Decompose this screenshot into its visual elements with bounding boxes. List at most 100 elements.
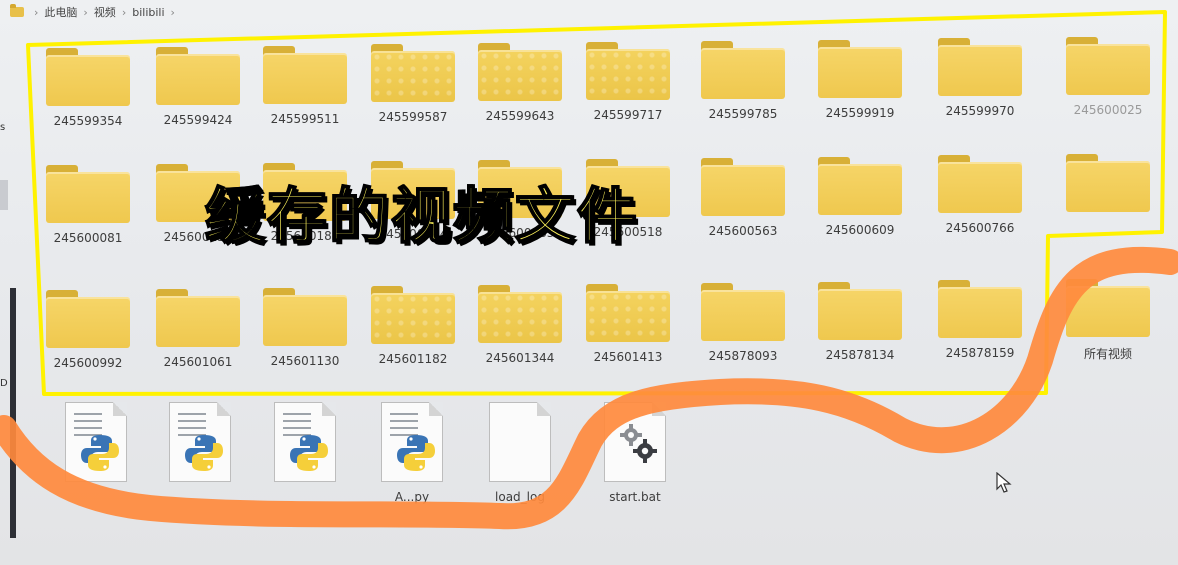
folder-icon — [1066, 154, 1150, 213]
scrollbar[interactable] — [10, 288, 16, 538]
text-file-icon — [489, 402, 551, 482]
folder-icon — [478, 43, 562, 102]
folder-label: 245600992 — [53, 356, 123, 370]
folder-icon — [938, 280, 1022, 339]
folder-item[interactable]: 245600563 — [693, 157, 793, 238]
folder-icon — [46, 165, 130, 223]
folder-icon — [586, 284, 670, 342]
annotation-caption: 缓存的视频文件 — [204, 181, 639, 253]
folder-item[interactable]: 245599919 — [810, 39, 910, 120]
folder-icon — [701, 40, 785, 99]
folder-item[interactable]: 245599717 — [578, 42, 678, 122]
file-item[interactable] — [255, 402, 355, 490]
folder-item[interactable]: 245601413 — [578, 284, 678, 364]
folder-item[interactable]: 245599587 — [363, 44, 463, 124]
folder-label: 245600025 — [1073, 103, 1143, 118]
folder-icon — [701, 282, 785, 341]
folder-item[interactable]: 245599970 — [930, 38, 1030, 118]
folder-item[interactable]: 245600081 — [38, 165, 138, 245]
folder-icon — [1066, 37, 1150, 96]
folder-item[interactable] — [1058, 154, 1158, 220]
folder-item[interactable]: 245599511 — [255, 45, 355, 126]
file-item[interactable] — [150, 402, 250, 490]
folder-icon — [701, 157, 785, 216]
file-item[interactable]: A...py — [362, 402, 462, 504]
python-file-icon — [381, 402, 443, 482]
folder-item[interactable]: 245878093 — [693, 282, 793, 363]
folder-icon — [156, 46, 240, 105]
breadcrumb[interactable]: › 此电脑 › 视频 › bilibili › — [0, 0, 1178, 24]
folder-item[interactable]: 245599785 — [693, 40, 793, 121]
breadcrumb-item-this-pc[interactable]: 此电脑 — [44, 4, 77, 20]
chevron-right-icon: › — [121, 5, 127, 19]
folder-label: 所有视频 — [1083, 347, 1132, 362]
folder-icon — [1066, 279, 1150, 338]
sidebar-fragment: s — [0, 122, 6, 133]
folder-label: 245878093 — [708, 348, 778, 363]
breadcrumb-item-bilibili[interactable]: bilibili — [132, 6, 164, 19]
folder-icon — [478, 285, 562, 344]
folder-item[interactable]: 245601182 — [363, 286, 463, 366]
folder-item[interactable]: 245600992 — [38, 290, 138, 370]
folder-label: 245599643 — [485, 109, 555, 124]
folder-item[interactable]: 245600609 — [810, 156, 910, 237]
folder-icon — [371, 44, 455, 103]
folder-item[interactable]: 245600766 — [930, 155, 1030, 235]
file-item[interactable] — [46, 402, 146, 490]
folder-label: 245599785 — [708, 106, 778, 121]
folder-icon — [586, 42, 670, 100]
folder-item[interactable]: 245601344 — [470, 285, 570, 365]
folder-label: 245599717 — [593, 108, 663, 122]
folder-icon — [10, 4, 24, 17]
file-explorer-window: › 此电脑 › 视频 › bilibili › s D 245599354 245… — [0, 0, 1178, 565]
file-label: A...py — [394, 490, 430, 504]
batch-file-icon — [604, 402, 666, 482]
chevron-right-icon: › — [170, 5, 175, 19]
folder-item[interactable]: 245599424 — [148, 46, 248, 127]
folder-item[interactable]: 245878134 — [810, 281, 910, 362]
chevron-right-icon: › — [83, 5, 88, 19]
file-item[interactable]: start.bat — [585, 402, 685, 504]
folder-icon — [938, 155, 1022, 214]
folder-label: 245601182 — [378, 352, 448, 367]
file-label: start.bat — [609, 490, 661, 504]
folder-item[interactable]: 245601130 — [255, 287, 355, 368]
folder-icon — [263, 287, 347, 346]
folder-label: 245878134 — [825, 347, 895, 362]
folder-icon — [371, 286, 455, 345]
folder-icon — [46, 48, 130, 106]
chevron-right-icon: › — [34, 5, 39, 19]
file-item[interactable]: load_log — [470, 402, 570, 504]
folder-label: 245601061 — [163, 354, 233, 369]
folder-item[interactable]: 245601061 — [148, 288, 248, 369]
folder-label: 245599587 — [378, 110, 448, 125]
python-file-icon — [65, 402, 127, 482]
folder-label: 245601344 — [485, 351, 555, 366]
folder-label: 245878159 — [945, 346, 1015, 361]
folder-icon — [818, 39, 902, 98]
folder-label: 245600081 — [53, 231, 123, 245]
folder-item[interactable]: 245599643 — [470, 43, 570, 123]
folder-label: 245599970 — [945, 104, 1015, 119]
breadcrumb-item-videos[interactable]: 视频 — [94, 4, 116, 20]
folder-label: 245599919 — [825, 105, 895, 120]
folder-label: 245600609 — [825, 222, 895, 237]
folder-label: 245599511 — [270, 111, 340, 126]
folder-item[interactable]: 245878159 — [930, 280, 1030, 360]
folder-item[interactable]: 245599354 — [38, 48, 138, 128]
folder-icon — [46, 290, 130, 348]
folder-label: 245599354 — [53, 114, 123, 128]
file-label: load_log — [495, 490, 545, 504]
folder-label: 245599424 — [163, 112, 233, 127]
folder-label: 245601413 — [593, 350, 663, 364]
folder-label: 245600766 — [945, 221, 1015, 236]
python-file-icon — [274, 402, 336, 482]
folder-icon — [263, 45, 347, 104]
folder-all-videos[interactable]: 所有视频 — [1058, 279, 1158, 362]
mouse-cursor-icon — [996, 472, 1012, 493]
folder-item[interactable]: 245600025 — [1058, 37, 1158, 117]
folder-icon — [938, 38, 1022, 97]
folder-icon — [818, 281, 902, 340]
folder-label: 245601130 — [270, 353, 340, 368]
folder-icon — [818, 156, 902, 215]
